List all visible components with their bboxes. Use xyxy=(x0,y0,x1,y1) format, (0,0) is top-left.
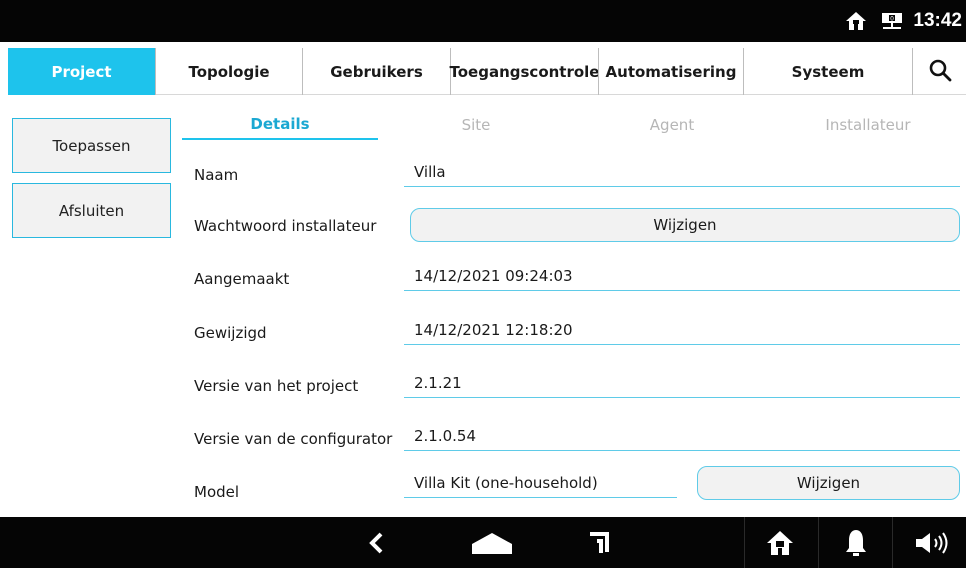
main-nav: Project Topologie Gebruikers Toegangscon… xyxy=(8,48,966,95)
subtab-details[interactable]: Details xyxy=(182,110,378,140)
modified-value: 14/12/2021 12:18:20 xyxy=(404,315,960,345)
subtab-site[interactable]: Site xyxy=(378,110,574,140)
change-password-button[interactable]: Wijzigen xyxy=(410,208,960,242)
detail-subtabs: Details Site Agent Installateur xyxy=(182,110,966,140)
search-button[interactable] xyxy=(912,48,966,95)
search-icon xyxy=(928,58,952,86)
configurator-version-label: Versie van de configurator xyxy=(194,430,393,448)
name-field[interactable]: Villa xyxy=(404,157,960,187)
bar-divider xyxy=(744,517,745,568)
status-icons: 0 13:42 xyxy=(841,0,966,42)
name-label: Naam xyxy=(194,166,239,184)
subtab-agent[interactable]: Agent xyxy=(574,110,770,140)
bell-icon[interactable] xyxy=(836,517,876,568)
house-icon[interactable] xyxy=(760,517,800,568)
configurator-version-value: 2.1.0.54 xyxy=(404,421,960,451)
tab-automatisering[interactable]: Automatisering xyxy=(598,48,743,95)
created-value: 14/12/2021 09:24:03 xyxy=(404,261,960,291)
project-version-label: Versie van het project xyxy=(194,377,359,395)
tab-topologie[interactable]: Topologie xyxy=(155,48,302,95)
status-bar: 0 13:42 xyxy=(0,0,966,42)
created-label: Aangemaakt xyxy=(194,270,290,288)
tab-toegangscontrole[interactable]: Toegangscontrole xyxy=(450,48,600,95)
network-icon: 0 xyxy=(877,6,907,36)
bar-divider xyxy=(818,517,819,568)
model-value: Villa Kit (one-household) xyxy=(404,468,677,498)
model-label: Model xyxy=(194,483,240,501)
tab-systeem[interactable]: Systeem xyxy=(743,48,912,95)
home-icon xyxy=(841,6,871,36)
clock-time: 13:42 xyxy=(913,10,962,31)
apply-button[interactable]: Toepassen xyxy=(12,118,171,173)
modified-label: Gewijzigd xyxy=(194,324,267,342)
volume-icon[interactable] xyxy=(910,517,956,568)
tab-gebruikers[interactable]: Gebruikers xyxy=(302,48,450,95)
change-model-button[interactable]: Wijzigen xyxy=(697,466,960,500)
back-icon[interactable] xyxy=(360,517,392,568)
recent-apps-icon[interactable] xyxy=(584,517,614,568)
bar-divider xyxy=(892,517,893,568)
tab-project[interactable]: Project xyxy=(8,48,155,95)
close-button[interactable]: Afsluiten xyxy=(12,183,171,238)
subtab-installateur[interactable]: Installateur xyxy=(770,110,966,140)
project-version-value: 2.1.21 xyxy=(404,368,960,398)
svg-text:0: 0 xyxy=(890,16,894,23)
home-icon[interactable] xyxy=(469,517,515,568)
password-label: Wachtwoord installateur xyxy=(194,217,377,235)
bottom-bar xyxy=(0,517,966,568)
